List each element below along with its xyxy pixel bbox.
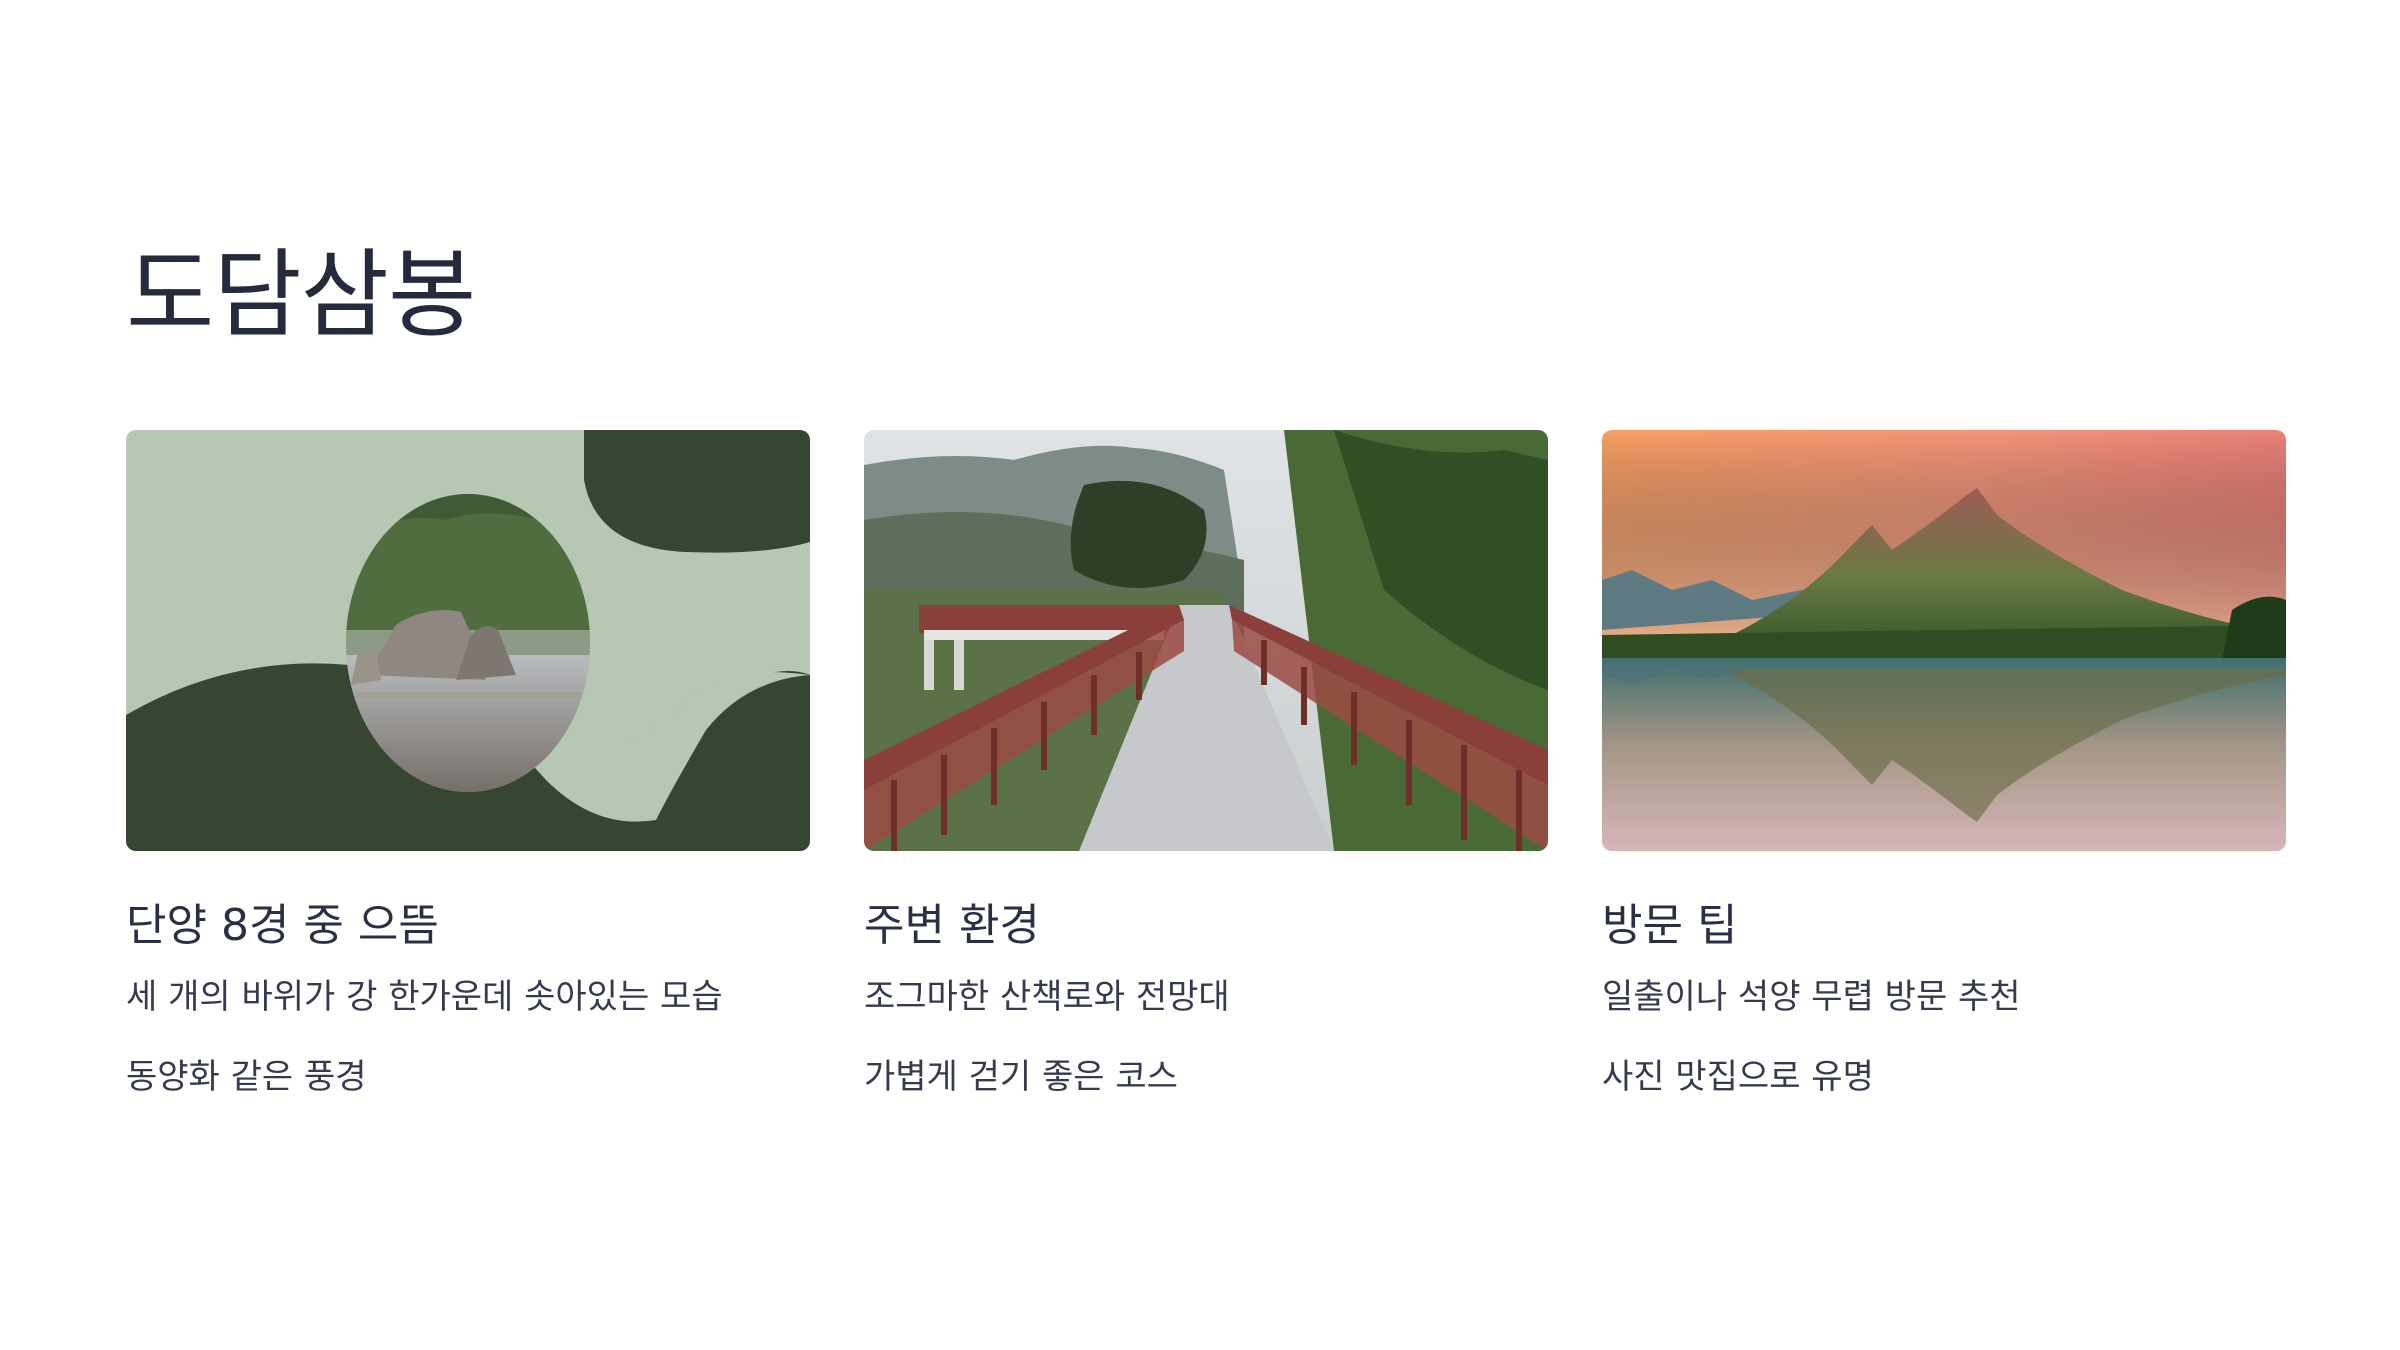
- card-title: 주변 환경: [864, 900, 1040, 951]
- card-visit-tips: 방문 팁 일출이나 석양 무렵 방문 추천 사진 맛집으로 유명: [1602, 430, 2286, 1097]
- card-highlight: 단양 8경 중 으뜸 세 개의 바위가 강 한가운데 솟아있는 모습 동양화 같…: [126, 430, 810, 1097]
- card-line: 일출이나 석양 무렵 방문 추천: [1602, 977, 2021, 1017]
- card-title: 방문 팁: [1602, 900, 1738, 951]
- card-line: 사진 맛집으로 유명: [1602, 1057, 1874, 1097]
- card-title: 단양 8경 중 으뜸: [126, 900, 439, 951]
- card-image-bridge: [864, 430, 1548, 851]
- page-title: 도담삼봉: [126, 239, 476, 351]
- card-line: 세 개의 바위가 강 한가운데 솟아있는 모습: [126, 977, 723, 1017]
- card-line: 동양화 같은 풍경: [126, 1057, 367, 1097]
- card-surroundings: 주변 환경 조그마한 산책로와 전망대 가볍게 걷기 좋은 코스: [864, 430, 1548, 1097]
- card-line: 가볍게 걷기 좋은 코스: [864, 1057, 1178, 1097]
- card-image-lake: [1602, 430, 2286, 851]
- card-line: 조그마한 산책로와 전망대: [864, 977, 1230, 1017]
- card-image-rocks: [126, 430, 810, 851]
